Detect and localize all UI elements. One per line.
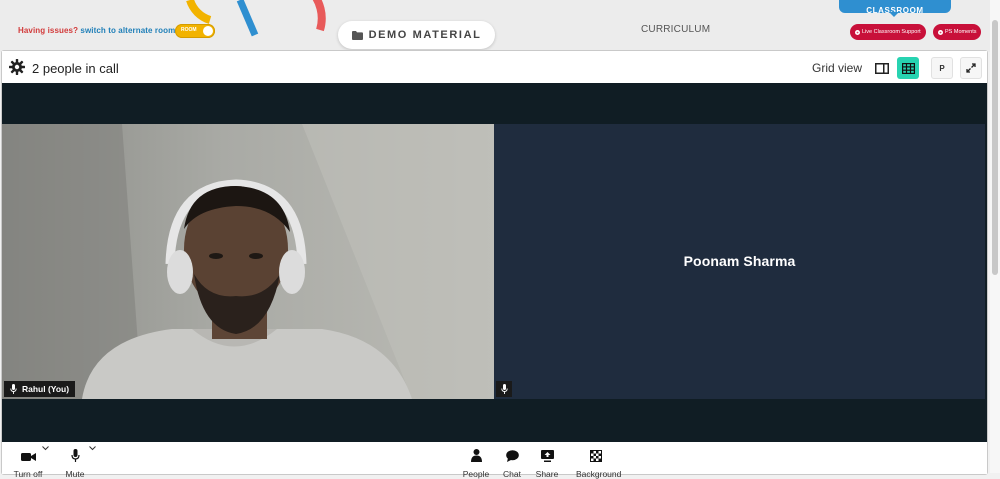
participant-name: Rahul (You): [22, 384, 70, 394]
chat-bubble-icon: [505, 450, 519, 462]
fullscreen-button[interactable]: [960, 57, 982, 79]
demo-material-button[interactable]: DEMO MATERIAL: [338, 21, 495, 49]
microphone-icon: [70, 449, 80, 462]
share-screen-icon: [540, 450, 554, 462]
video-camera-icon: [20, 453, 36, 461]
toggle-knob: [203, 26, 213, 36]
grid-view-label: Grid view: [812, 61, 863, 75]
participant-name: Poonam Sharma: [683, 253, 796, 269]
grid-layout-button[interactable]: [897, 57, 919, 79]
plus-circle-icon: +: [938, 29, 943, 35]
sidebar-layout-icon: [875, 62, 889, 74]
gear-icon[interactable]: [9, 59, 25, 75]
plus-circle-icon: +: [855, 29, 860, 35]
alternate-room-link[interactable]: switch to alternate room: [80, 26, 175, 35]
alternate-room-toggle[interactable]: ROOM: [175, 24, 215, 38]
curriculum-tab[interactable]: CURRICULUM: [641, 24, 710, 35]
room-toggle-label: ROOM: [181, 27, 197, 33]
pin-button[interactable]: P: [931, 57, 953, 79]
share-label: Share: [535, 469, 559, 479]
microphone-icon: [10, 384, 17, 394]
mute-button[interactable]: Mute: [55, 446, 96, 479]
people-label: People: [462, 469, 490, 479]
pin-label: P: [939, 63, 945, 73]
chat-button[interactable]: Chat: [492, 449, 532, 479]
video-stage: Rahul (You) Poonam Sharma: [2, 83, 987, 442]
background-button[interactable]: Background: [576, 449, 622, 479]
chevron-down-icon[interactable]: [42, 446, 49, 451]
video-call-panel: 2 people in call Grid view P Rahul (You)…: [1, 50, 988, 479]
mute-label: Mute: [65, 469, 85, 479]
people-button[interactable]: People: [456, 449, 496, 479]
local-video-tile[interactable]: Rahul (You): [2, 124, 494, 399]
connection-issues-notice: Having issues? switch to alternate room: [18, 26, 175, 35]
classroom-tab-pointer: [889, 12, 899, 17]
ps-moments-button[interactable]: + PS Moments: [933, 24, 982, 40]
page-scrollbar-thumb[interactable]: [992, 20, 998, 275]
live-classroom-support-button[interactable]: + Live Classroom Support: [850, 24, 926, 40]
folder-icon: [351, 30, 363, 40]
camera-toggle-button[interactable]: Turn off: [8, 446, 49, 479]
remote-mic-badge: [496, 381, 512, 397]
top-bar: Having issues? switch to alternate room …: [0, 0, 1000, 52]
people-in-call-count: 2 people in call: [32, 61, 119, 76]
expand-icon: [966, 63, 976, 73]
demo-material-label: DEMO MATERIAL: [368, 29, 482, 41]
call-toolbar: Turn off Mute People Chat Share Backgrou…: [2, 442, 987, 479]
chat-label: Chat: [503, 469, 521, 479]
live-support-label: Live Classroom Support: [862, 29, 921, 35]
grid-icon: [901, 62, 915, 74]
share-screen-button[interactable]: Share: [527, 449, 567, 479]
remote-participant-tile[interactable]: Poonam Sharma: [494, 124, 985, 399]
microphone-icon: [500, 384, 508, 394]
camera-toggle-label: Turn off: [13, 469, 43, 479]
call-header: 2 people in call Grid view P: [2, 51, 987, 83]
chevron-down-icon[interactable]: [89, 446, 96, 451]
webcam-video-feed: [2, 124, 494, 399]
person-icon: [470, 449, 482, 462]
background-label: Background: [576, 469, 622, 479]
background-checker-icon: [590, 450, 602, 462]
local-participant-badge: Rahul (You): [4, 381, 76, 397]
issues-warning-text: Having issues?: [18, 26, 79, 35]
classroom-tab[interactable]: CLASSROOM: [839, 0, 951, 17]
ps-moments-label: PS Moments: [945, 29, 977, 35]
sidebar-layout-button[interactable]: [871, 57, 893, 79]
